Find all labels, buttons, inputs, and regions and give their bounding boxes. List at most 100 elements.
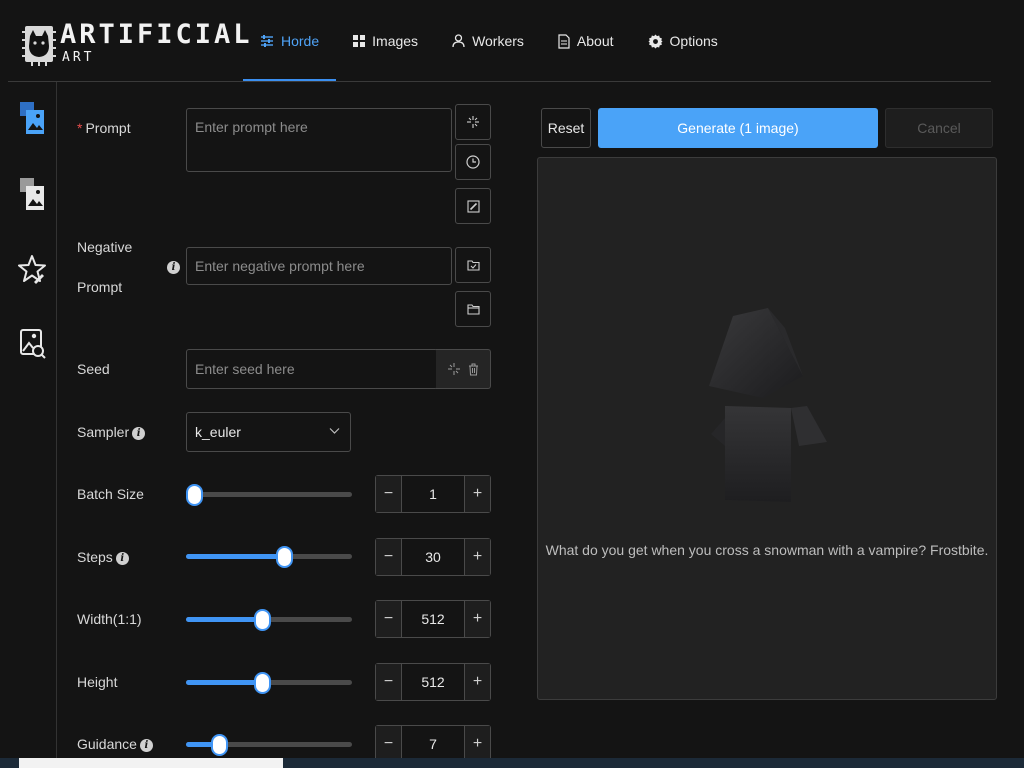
increment-button[interactable]: + xyxy=(465,664,490,700)
trash-icon[interactable] xyxy=(468,363,479,376)
prompt-label: * Prompt xyxy=(77,120,131,136)
style-preset-button[interactable] xyxy=(455,188,491,224)
taskbar-search-box[interactable] xyxy=(19,758,283,768)
slider-handle[interactable] xyxy=(276,546,293,568)
decrement-button[interactable]: − xyxy=(376,539,401,575)
save-negative-prompt-button[interactable] xyxy=(455,247,491,283)
batch-size-value[interactable]: 1 xyxy=(401,476,465,512)
cancel-button[interactable]: Cancel xyxy=(885,108,993,148)
slider-fill xyxy=(186,554,284,559)
tab-workers[interactable]: Workers xyxy=(435,0,541,82)
steps-slider[interactable] xyxy=(186,546,352,568)
guidance-label: Guidance i xyxy=(77,736,153,752)
reset-button[interactable]: Reset xyxy=(541,108,591,148)
user-icon xyxy=(452,34,465,48)
tab-images-label: Images xyxy=(372,33,419,49)
increment-button[interactable]: + xyxy=(465,476,490,512)
sidebar xyxy=(0,82,57,758)
generate-button[interactable]: Generate (1 image) xyxy=(598,108,878,148)
logo-title: ARTIFICIAL xyxy=(60,19,253,50)
guidance-info-icon[interactable]: i xyxy=(139,738,153,752)
seed-label: Seed xyxy=(77,361,110,377)
load-negative-prompt-button[interactable] xyxy=(455,291,491,327)
batch-size-stepper: − 1 + xyxy=(375,475,491,513)
prompt-history-button[interactable] xyxy=(455,144,491,180)
tab-workers-label: Workers xyxy=(472,33,524,49)
edit-image-icon xyxy=(466,199,480,213)
cat-chip-logo-icon xyxy=(22,26,56,66)
tab-about-label: About xyxy=(576,33,614,49)
slider-handle[interactable] xyxy=(186,484,203,506)
os-taskbar xyxy=(0,758,1024,768)
slider-handle[interactable] xyxy=(254,672,271,694)
negative-prompt-info-icon[interactable]: i xyxy=(167,261,180,274)
steps-value[interactable]: 30 xyxy=(401,539,465,575)
main-nav: Horde Images Workers About Options xyxy=(243,0,735,82)
folder-icon xyxy=(466,304,480,315)
increment-button[interactable]: + xyxy=(465,601,490,637)
decrement-button[interactable]: − xyxy=(376,664,401,700)
tab-horde[interactable]: Horde xyxy=(243,0,337,82)
width-label: Width(1:1) xyxy=(77,611,142,627)
steps-stepper: − 30 + xyxy=(375,538,491,576)
generation-form: *Prompt Negative Prompt i Seed xyxy=(57,82,517,763)
tab-about[interactable]: About xyxy=(541,0,631,82)
decrement-button[interactable]: − xyxy=(376,726,401,762)
image-to-image-icon[interactable] xyxy=(18,176,46,212)
steps-label: Steps i xyxy=(77,549,129,565)
negative-prompt-label-line2: Prompt xyxy=(77,279,123,295)
batch-size-slider[interactable] xyxy=(186,484,352,506)
increment-button[interactable]: + xyxy=(465,539,490,575)
negative-prompt-label-line1: Negative xyxy=(77,239,133,255)
image-preview-panel: What do you get when you cross a snowman… xyxy=(537,157,997,700)
height-label: Height xyxy=(77,674,118,690)
tab-options-label: Options xyxy=(669,33,718,49)
decrement-button[interactable]: − xyxy=(376,601,401,637)
chevron-down-icon xyxy=(329,428,340,434)
slider-fill xyxy=(186,680,262,685)
clock-icon xyxy=(466,155,480,169)
sampler-select[interactable]: k_euler xyxy=(186,412,351,452)
slider-handle[interactable] xyxy=(254,609,271,631)
steps-info-icon[interactable]: i xyxy=(115,551,129,565)
guidance-value[interactable]: 7 xyxy=(401,726,465,762)
tab-horde-label: Horde xyxy=(281,33,320,49)
random-prompt-button[interactable] xyxy=(455,104,491,140)
width-value[interactable]: 512 xyxy=(401,601,465,637)
slider-handle[interactable] xyxy=(211,734,228,756)
sliders-icon xyxy=(261,35,273,47)
document-icon xyxy=(558,33,570,49)
sparkle-icon xyxy=(467,116,479,128)
interrogate-icon[interactable] xyxy=(18,326,46,362)
seed-input[interactable] xyxy=(186,349,438,389)
required-mark: * xyxy=(77,120,83,136)
text-to-image-icon[interactable] xyxy=(18,100,46,136)
sampler-info-icon[interactable]: i xyxy=(132,426,146,440)
grid-icon xyxy=(353,35,366,47)
app-header: ARTIFICIAL ART Horde Images Workers Abou… xyxy=(0,0,1024,82)
sampler-value: k_euler xyxy=(195,424,241,440)
random-seed-icon[interactable] xyxy=(447,363,460,375)
guidance-slider[interactable] xyxy=(186,734,352,756)
slider-track xyxy=(186,492,352,497)
prompt-input[interactable] xyxy=(186,108,452,172)
app-logo[interactable]: ARTIFICIAL ART xyxy=(22,20,250,68)
increment-button[interactable]: + xyxy=(465,726,490,762)
tab-images[interactable]: Images xyxy=(336,0,435,82)
folder-check-icon xyxy=(466,260,480,271)
placeholder-robot-illustration xyxy=(709,308,827,502)
negative-prompt-input[interactable] xyxy=(186,247,452,285)
gear-icon xyxy=(647,33,663,49)
seed-actions xyxy=(436,349,491,389)
slider-fill xyxy=(186,617,262,622)
batch-size-label: Batch Size xyxy=(77,486,144,502)
rating-star-icon[interactable] xyxy=(18,252,46,288)
height-stepper: − 512 + xyxy=(375,663,491,701)
width-slider[interactable] xyxy=(186,609,352,631)
height-slider[interactable] xyxy=(186,672,352,694)
width-stepper: − 512 + xyxy=(375,600,491,638)
tab-options[interactable]: Options xyxy=(631,0,735,82)
preview-joke-text: What do you get when you cross a snowman… xyxy=(545,542,989,558)
decrement-button[interactable]: − xyxy=(376,476,401,512)
height-value[interactable]: 512 xyxy=(401,664,465,700)
